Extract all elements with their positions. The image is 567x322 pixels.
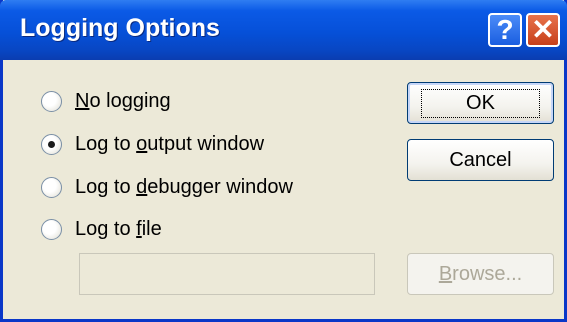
help-button[interactable]: ? — [488, 13, 522, 47]
close-x-icon: ✕ — [531, 14, 555, 45]
radio-log-to-file[interactable]: Log to file — [41, 215, 162, 243]
close-button[interactable]: ✕ — [526, 13, 560, 47]
radio-label: No logging — [75, 89, 171, 112]
browse-button-label: Browse... — [438, 262, 523, 285]
radio-label: Log to debugger window — [75, 175, 293, 198]
question-mark-icon: ? — [496, 14, 514, 45]
browse-button[interactable]: Browse... — [407, 253, 554, 295]
radio-log-to-debugger-window[interactable]: Log to debugger window — [41, 173, 293, 201]
radio-label: Log to file — [75, 217, 162, 240]
cancel-button[interactable]: Cancel — [407, 139, 554, 181]
radio-no-logging[interactable]: No logging — [41, 87, 171, 115]
dialog-title: Logging Options — [20, 14, 220, 42]
ok-button-label: OK — [421, 88, 540, 118]
cancel-button-label: Cancel — [449, 148, 512, 171]
radio-button[interactable] — [41, 90, 62, 112]
radio-log-to-output-window[interactable]: Log to output window — [41, 130, 264, 158]
radio-button-selected[interactable] — [41, 133, 62, 155]
log-file-path-input[interactable] — [79, 253, 375, 295]
title-bar[interactable]: Logging Options ? ✕ — [0, 0, 567, 60]
logging-options-dialog: Logging Options ? ✕ No logging Log to ou… — [0, 0, 567, 322]
radio-button[interactable] — [41, 176, 62, 198]
radio-button[interactable] — [41, 218, 62, 240]
dialog-client-area: No logging Log to output window Log to d… — [3, 60, 564, 319]
radio-label: Log to output window — [75, 132, 265, 155]
ok-button[interactable]: OK — [407, 82, 554, 124]
